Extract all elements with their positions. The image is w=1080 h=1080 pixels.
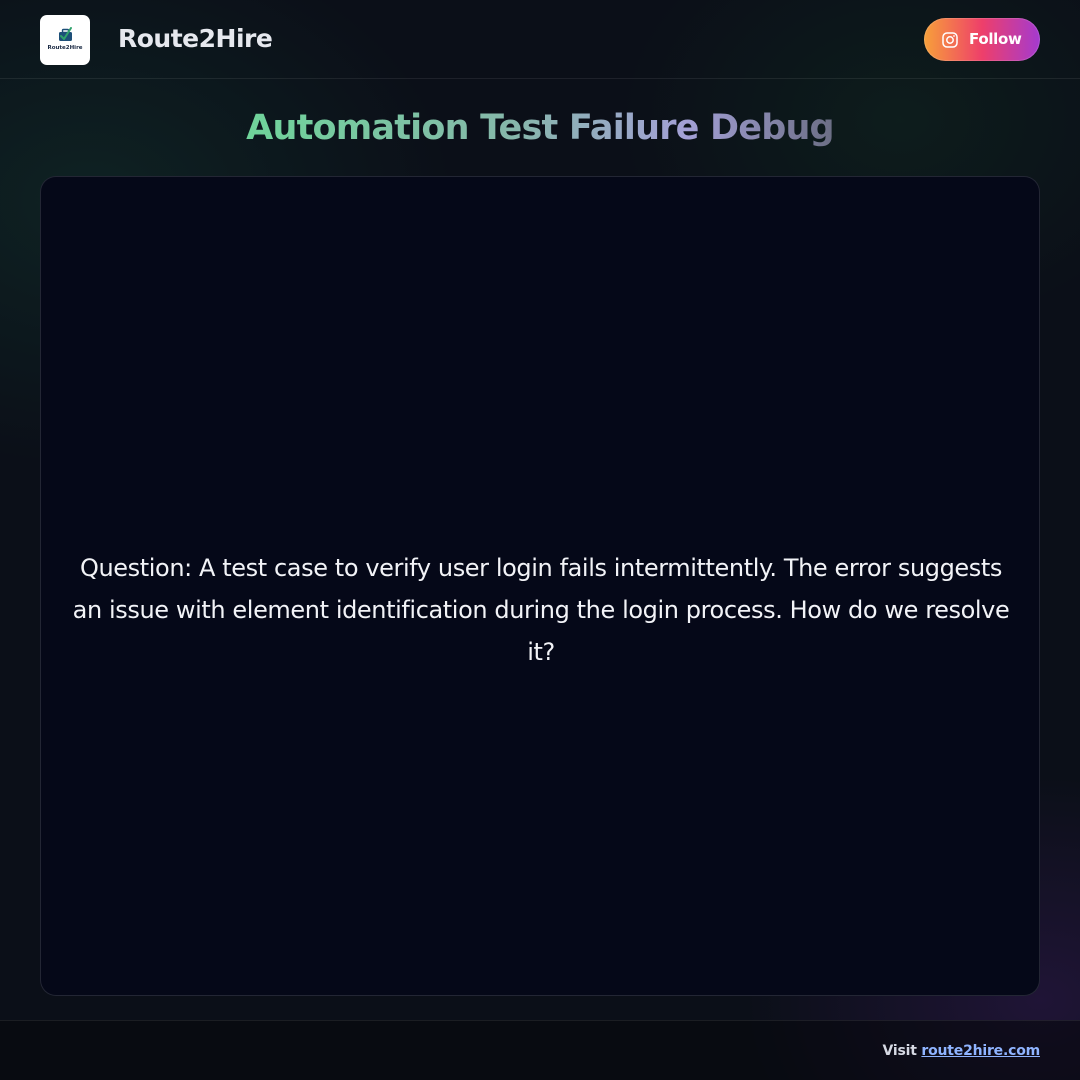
- visit-prefix: Visit: [882, 1043, 917, 1059]
- follow-button[interactable]: Follow: [924, 18, 1040, 61]
- briefcase-check-icon: Route2Hire: [47, 27, 83, 51]
- brand-name: Route2Hire: [118, 24, 273, 53]
- question-text: Question: A test case to verify user log…: [72, 554, 1010, 666]
- follow-label: Follow: [969, 30, 1022, 48]
- page-title: Automation Test Failure Debug: [0, 108, 1080, 148]
- logo-text: Route2Hire: [47, 45, 82, 51]
- visit-text: Visit route2hire.com: [882, 1043, 1040, 1059]
- page-title-text: Automation Test Failure Debug: [246, 108, 834, 148]
- footer: Visit route2hire.com: [0, 1020, 1080, 1080]
- logo[interactable]: Route2Hire: [40, 15, 90, 65]
- website-link[interactable]: route2hire.com: [921, 1043, 1040, 1059]
- page: Route2Hire Route2Hire Follow Automation …: [0, 0, 1080, 1080]
- question-card: Question: A test case to verify user log…: [40, 176, 1040, 996]
- instagram-icon: [942, 32, 958, 48]
- header: Route2Hire Route2Hire Follow: [0, 0, 1080, 79]
